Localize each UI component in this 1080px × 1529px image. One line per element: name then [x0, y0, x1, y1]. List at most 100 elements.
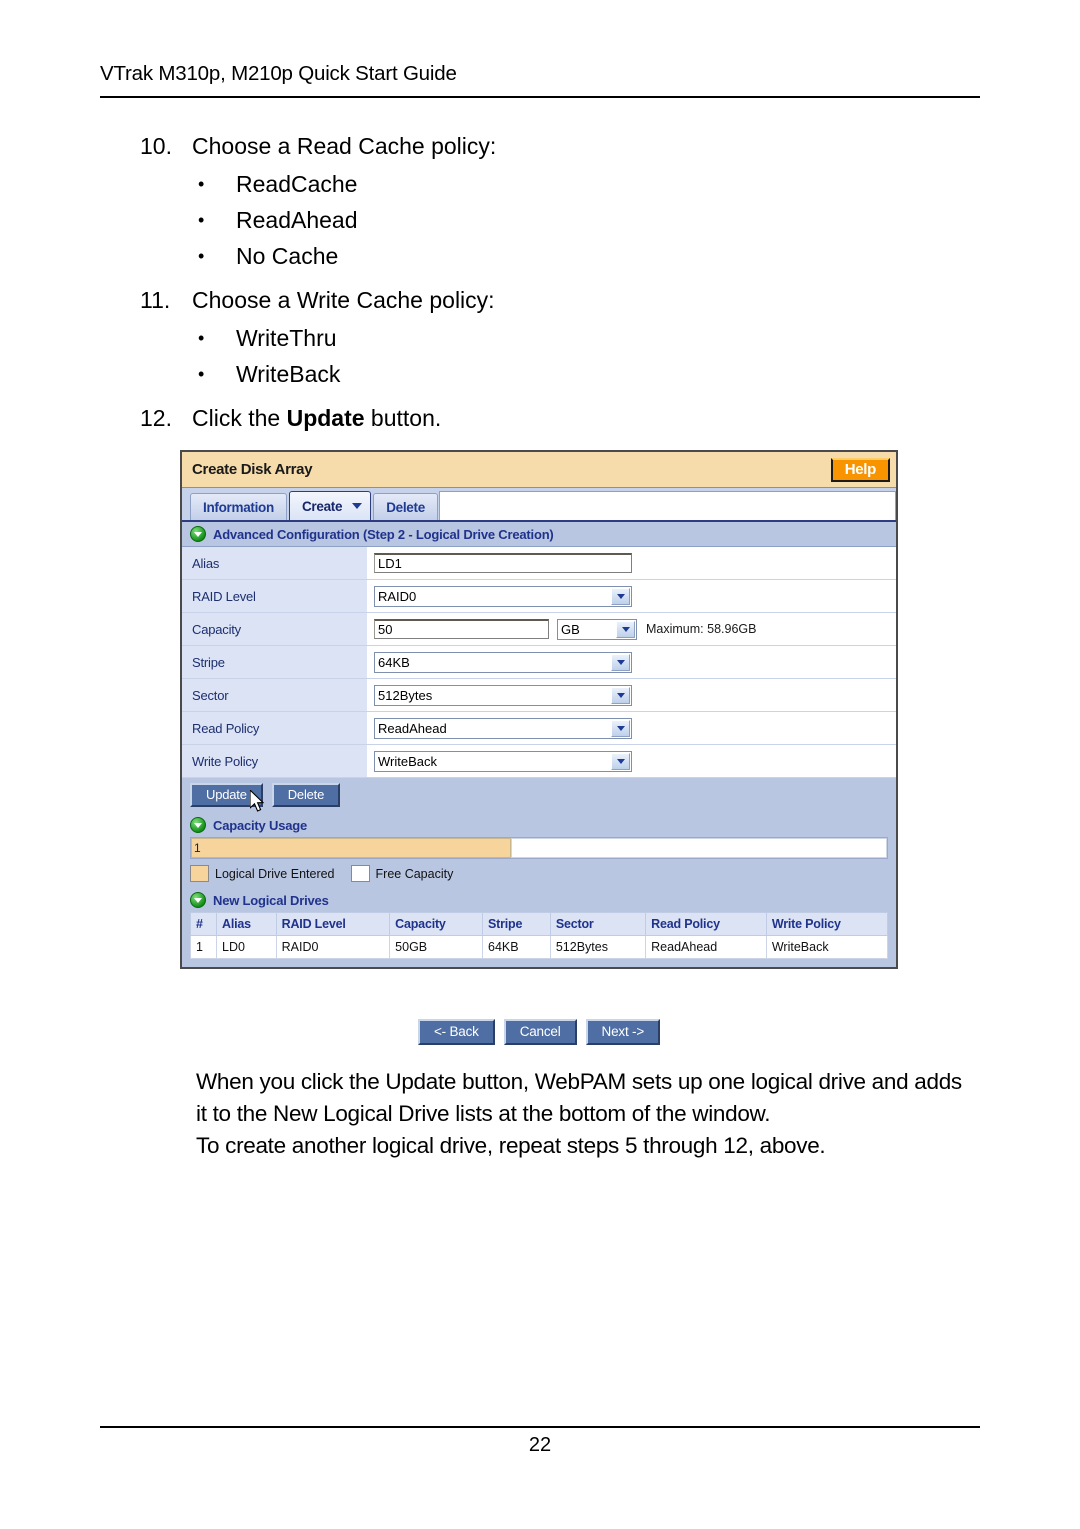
help-button[interactable]: Help [830, 457, 890, 482]
tab-information[interactable]: Information [190, 493, 287, 520]
paragraph-repeat-steps: To create another logical drive, repeat … [196, 1133, 826, 1158]
cell-alias: LD0 [216, 935, 277, 959]
wizard-navigation: <- Back Cancel Next -> [180, 1019, 898, 1045]
cancel-button[interactable]: Cancel [503, 1019, 577, 1045]
tab-label: Create [301, 498, 343, 514]
cell-stripe: 64KB [482, 935, 551, 959]
bullet-label: ReadCache [236, 171, 358, 197]
bullet-label: WriteBack [236, 361, 341, 387]
field-row-raid-level: RAID Level RAID0 [182, 580, 896, 613]
table-row[interactable]: 1 LD0 RAID0 50GB 64KB 512Bytes ReadAhead… [190, 935, 889, 959]
legend-swatch-logical-drive [190, 865, 209, 882]
bullet-item-writeback: • WriteBack [140, 356, 940, 392]
field-row-read-policy: Read Policy ReadAhead [182, 712, 896, 745]
tab-label: Delete [386, 499, 425, 515]
field-row-alias: Alias LD1 [182, 547, 896, 580]
expand-collapse-icon[interactable] [190, 526, 206, 542]
delete-button[interactable]: Delete [271, 783, 341, 807]
column-header-sector: Sector [549, 912, 647, 936]
select-value: RAID0 [378, 588, 417, 604]
capacity-input[interactable]: 50 [374, 619, 549, 639]
field-value: RAID0 [368, 580, 896, 612]
field-label: Stripe [182, 646, 368, 678]
next-button[interactable]: Next -> [585, 1019, 661, 1045]
field-value: WriteBack [368, 745, 896, 777]
field-label: Alias [182, 547, 368, 579]
step-number: 10. [140, 133, 172, 159]
bullet-label: No Cache [236, 243, 339, 269]
chevron-down-icon[interactable] [611, 587, 630, 605]
cell-write-policy: WriteBack [765, 935, 889, 959]
tab-create[interactable]: Create [288, 491, 372, 520]
tab-label: Information [203, 499, 274, 515]
bullet-dot-icon: • [198, 364, 205, 384]
bullet-item-writethru: • WriteThru [140, 320, 940, 356]
field-label: Capacity [182, 613, 368, 645]
select-value: GB [561, 621, 580, 637]
bullet-item-readahead: • ReadAhead [140, 202, 940, 238]
alias-input[interactable]: LD1 [374, 553, 632, 573]
column-header-number: # [190, 912, 217, 936]
select-value: ReadAhead [378, 720, 447, 736]
step-text-suffix: button. [364, 405, 442, 431]
chevron-down-icon[interactable] [616, 620, 635, 638]
page-number: 22 [528, 1434, 552, 1456]
new-logical-drives-section: # Alias RAID Level Capacity Stripe Secto… [182, 912, 896, 967]
column-header-stripe: Stripe [482, 912, 551, 936]
advanced-configuration-form: Alias LD1 RAID Level RAID0 Capacity 50 G… [182, 546, 896, 778]
column-header-write-policy: Write Policy [765, 912, 889, 936]
table-header-row: # Alias RAID Level Capacity Stripe Secto… [190, 912, 889, 936]
bullet-dot-icon: • [198, 174, 205, 194]
advanced-configuration-header[interactable]: Advanced Configuration (Step 2 - Logical… [182, 522, 896, 546]
chevron-down-icon[interactable] [352, 503, 363, 509]
field-row-capacity: Capacity 50 GB Maximum: 58.96GB [182, 613, 896, 646]
capacity-unit-select[interactable]: GB [557, 618, 637, 640]
window-title-bar: Create Disk Array Help [182, 452, 896, 488]
capacity-used-segment[interactable]: 1 [191, 838, 512, 858]
legend-label-logical-drive: Logical Drive Entered [215, 866, 335, 881]
tab-delete[interactable]: Delete [373, 493, 438, 520]
select-value: 512Bytes [378, 687, 433, 703]
chevron-down-icon[interactable] [611, 752, 630, 770]
expand-collapse-icon[interactable] [190, 817, 206, 833]
step-text-prefix: Click the [192, 405, 287, 431]
create-disk-array-window: Create Disk Array Help Information Creat… [180, 450, 898, 969]
stripe-select[interactable]: 64KB [374, 651, 632, 673]
cell-sector: 512Bytes [549, 935, 647, 959]
tab-bar-filler [438, 491, 896, 520]
section-title: Capacity Usage [213, 817, 308, 833]
form-action-buttons: Update Delete [182, 778, 896, 813]
section-title: Advanced Configuration (Step 2 - Logical… [213, 526, 554, 542]
select-value: WriteBack [378, 753, 437, 769]
sector-select[interactable]: 512Bytes [374, 684, 632, 706]
field-label: Sector [182, 679, 368, 711]
step-text-bold: Update [286, 405, 365, 431]
raid-level-select[interactable]: RAID0 [374, 585, 632, 607]
section-title: New Logical Drives [213, 892, 329, 908]
chevron-down-icon[interactable] [611, 653, 630, 671]
column-header-read-policy: Read Policy [645, 912, 767, 936]
step-item-12: 12. Click the Update button. [140, 400, 940, 436]
window-title: Create Disk Array [192, 461, 313, 478]
bullet-dot-icon: • [198, 246, 205, 266]
capacity-usage-header[interactable]: Capacity Usage [182, 813, 896, 837]
legend-label-free-capacity: Free Capacity [375, 866, 454, 881]
read-policy-select[interactable]: ReadAhead [374, 717, 632, 739]
field-value: ReadAhead [368, 712, 896, 744]
back-button[interactable]: <- Back [417, 1019, 495, 1045]
new-logical-drives-header[interactable]: New Logical Drives [182, 888, 896, 912]
write-policy-select[interactable]: WriteBack [374, 750, 632, 772]
bullet-item-nocache: • No Cache [140, 238, 940, 274]
capacity-usage-bar: 1 [190, 837, 888, 859]
capacity-free-segment[interactable] [511, 838, 887, 858]
step-text: Choose a Read Cache policy: [192, 133, 497, 159]
page-header: VTrak M310p, M210p Quick Start Guide [100, 62, 457, 85]
update-button[interactable]: Update [190, 783, 263, 807]
cell-capacity: 50GB [389, 935, 483, 959]
chevron-down-icon[interactable] [611, 719, 630, 737]
column-header-alias: Alias [216, 912, 277, 936]
expand-collapse-icon[interactable] [190, 892, 206, 908]
chevron-down-icon[interactable] [611, 686, 630, 704]
